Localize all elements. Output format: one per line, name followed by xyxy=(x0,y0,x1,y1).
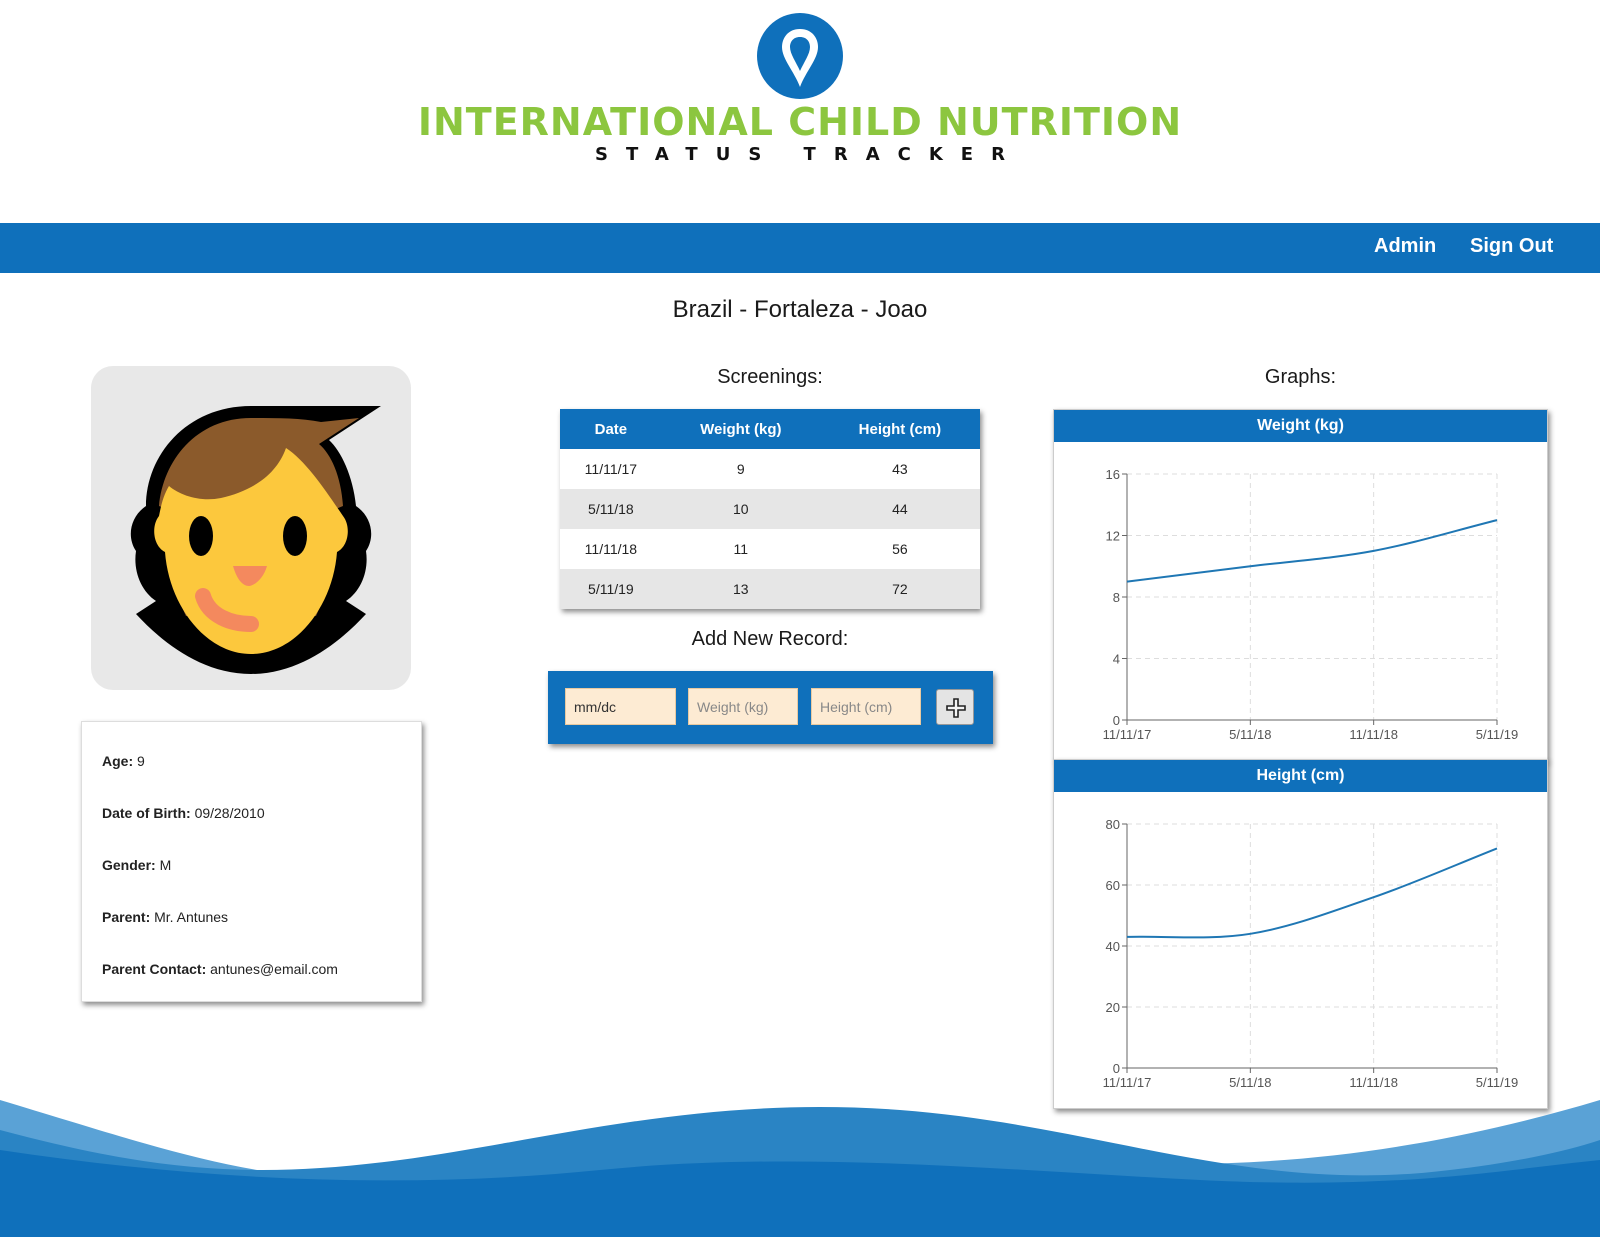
x-tick-label: 5/11/18 xyxy=(1229,727,1271,742)
date-input[interactable] xyxy=(565,688,676,725)
table-cell: 43 xyxy=(892,461,908,477)
column-header[interactable]: Weight (kg) xyxy=(661,409,820,449)
y-tick-label: 80 xyxy=(1106,817,1120,832)
table-cell: 11/11/17 xyxy=(584,461,638,477)
brand-title: INTERNATIONAL CHILD NUTRITION xyxy=(417,100,1183,144)
parent-label: Parent: xyxy=(102,909,151,925)
weight-chart: 0 4 8 12 16 11/11/17 5/11/18 11/11/18 5/11/19 xyxy=(1103,467,1519,742)
table-row[interactable]: 11/11/17 9 43 xyxy=(560,449,980,489)
graphs-heading: Graphs: xyxy=(1264,366,1337,388)
series-line xyxy=(1126,847,1498,939)
screenings-heading: Screenings: xyxy=(717,366,823,388)
table-cell: 11 xyxy=(733,541,749,557)
table-cell: 13 xyxy=(661,569,820,609)
admin-link[interactable]: Admin xyxy=(1374,235,1436,258)
x-tick-label: 5/11/19 xyxy=(1476,1075,1518,1090)
table-cell: 5/11/18 xyxy=(560,489,662,529)
plus-icon xyxy=(946,698,966,718)
table-cell: 56 xyxy=(892,541,908,557)
weight-graph-card: Weight (kg) 0 4 8 12 16 11/11/17 5/11/18 11/11/… xyxy=(1053,409,1548,761)
age-value: 9 xyxy=(137,753,145,769)
age-label: Age: xyxy=(102,753,134,769)
gender-row: Gender: M xyxy=(102,857,171,873)
column-header[interactable]: Date xyxy=(560,409,662,449)
dob-row: Date of Birth: 09/28/2010 xyxy=(102,805,265,821)
parent-value: Mr. Antunes xyxy=(154,909,229,925)
y-tick-label: 4 xyxy=(1113,652,1120,667)
x-tick-label: 11/11/17 xyxy=(1103,1075,1152,1090)
sign-out-link[interactable]: Sign Out xyxy=(1470,235,1553,258)
x-tick-label: 5/11/18 xyxy=(1229,1075,1271,1090)
add-record-heading: Add New Record: xyxy=(691,628,849,650)
profile-info-card: Age: 9 Date of Birth: 09/28/2010 Gender:… xyxy=(81,721,422,1002)
weight-input[interactable] xyxy=(688,688,798,725)
dob-value: 09/28/2010 xyxy=(194,805,265,821)
x-tick-label: 11/11/18 xyxy=(1349,727,1398,742)
brand-subtitle: STATUS TRACKER xyxy=(595,144,1023,165)
page-title: Brazil - Fortaleza - Joao xyxy=(672,296,928,323)
table-cell: 72 xyxy=(819,569,980,609)
table-cell: 5/11/19 xyxy=(560,569,662,609)
x-tick-label: 5/11/19 xyxy=(1476,727,1518,742)
table-cell: 44 xyxy=(819,489,980,529)
age-row: Age: 9 xyxy=(102,753,145,769)
map-pin-icon xyxy=(757,13,843,99)
gender-label: Gender: xyxy=(102,857,156,873)
height-chart: 0 20 40 60 80 11/11/17 5/11/18 11/11/18 5/11/19 xyxy=(1103,817,1519,1090)
footer-wave xyxy=(0,1100,1600,1237)
column-header[interactable]: Height (cm) xyxy=(819,409,980,449)
y-tick-label: 0 xyxy=(1113,1061,1120,1076)
x-tick-label: 11/11/17 xyxy=(1103,727,1152,742)
y-tick-label: 12 xyxy=(1106,529,1120,544)
y-tick-label: 40 xyxy=(1106,939,1120,954)
gender-value: M xyxy=(159,857,172,873)
chart-title: Height (cm) xyxy=(1054,760,1547,792)
table-header-row: Date Weight (kg) Height (cm) xyxy=(560,409,980,449)
table-cell: 10 xyxy=(661,489,820,529)
add-record-form xyxy=(548,671,993,744)
height-input[interactable] xyxy=(811,688,921,725)
y-tick-label: 16 xyxy=(1106,467,1120,482)
contact-row: Parent Contact: antunes@email.com xyxy=(102,961,338,977)
table-cell: 9 xyxy=(736,461,745,477)
series-line xyxy=(1126,519,1498,583)
dob-label: Date of Birth: xyxy=(102,805,191,821)
parent-row: Parent: Mr. Antunes xyxy=(102,909,228,925)
table-cell: 11/11/18 xyxy=(584,541,638,557)
chart-title: Weight (kg) xyxy=(1054,410,1547,442)
top-navbar: Admin Sign Out xyxy=(0,223,1600,273)
y-tick-label: 0 xyxy=(1113,713,1120,728)
table-row[interactable]: 11/11/18 11 56 xyxy=(560,529,980,569)
x-tick-label: 11/11/18 xyxy=(1349,1075,1398,1090)
child-face-icon xyxy=(130,406,381,674)
height-graph-card: Height (cm) 0 20 40 60 80 11/11/17 5/11/18 11/1… xyxy=(1053,759,1548,1109)
table-row[interactable]: 5/11/19 13 72 xyxy=(560,569,980,609)
contact-value: antunes@email.com xyxy=(210,961,338,977)
add-record-button[interactable] xyxy=(936,689,974,725)
y-tick-label: 60 xyxy=(1106,878,1120,893)
table-row[interactable]: 5/11/18 10 44 xyxy=(560,489,980,529)
screenings-table: Date Weight (kg) Height (cm) 11/11/17 9 … xyxy=(560,409,980,609)
y-tick-label: 8 xyxy=(1113,590,1120,605)
y-tick-label: 20 xyxy=(1106,1000,1120,1015)
avatar xyxy=(91,366,411,690)
contact-label: Parent Contact: xyxy=(102,961,207,977)
